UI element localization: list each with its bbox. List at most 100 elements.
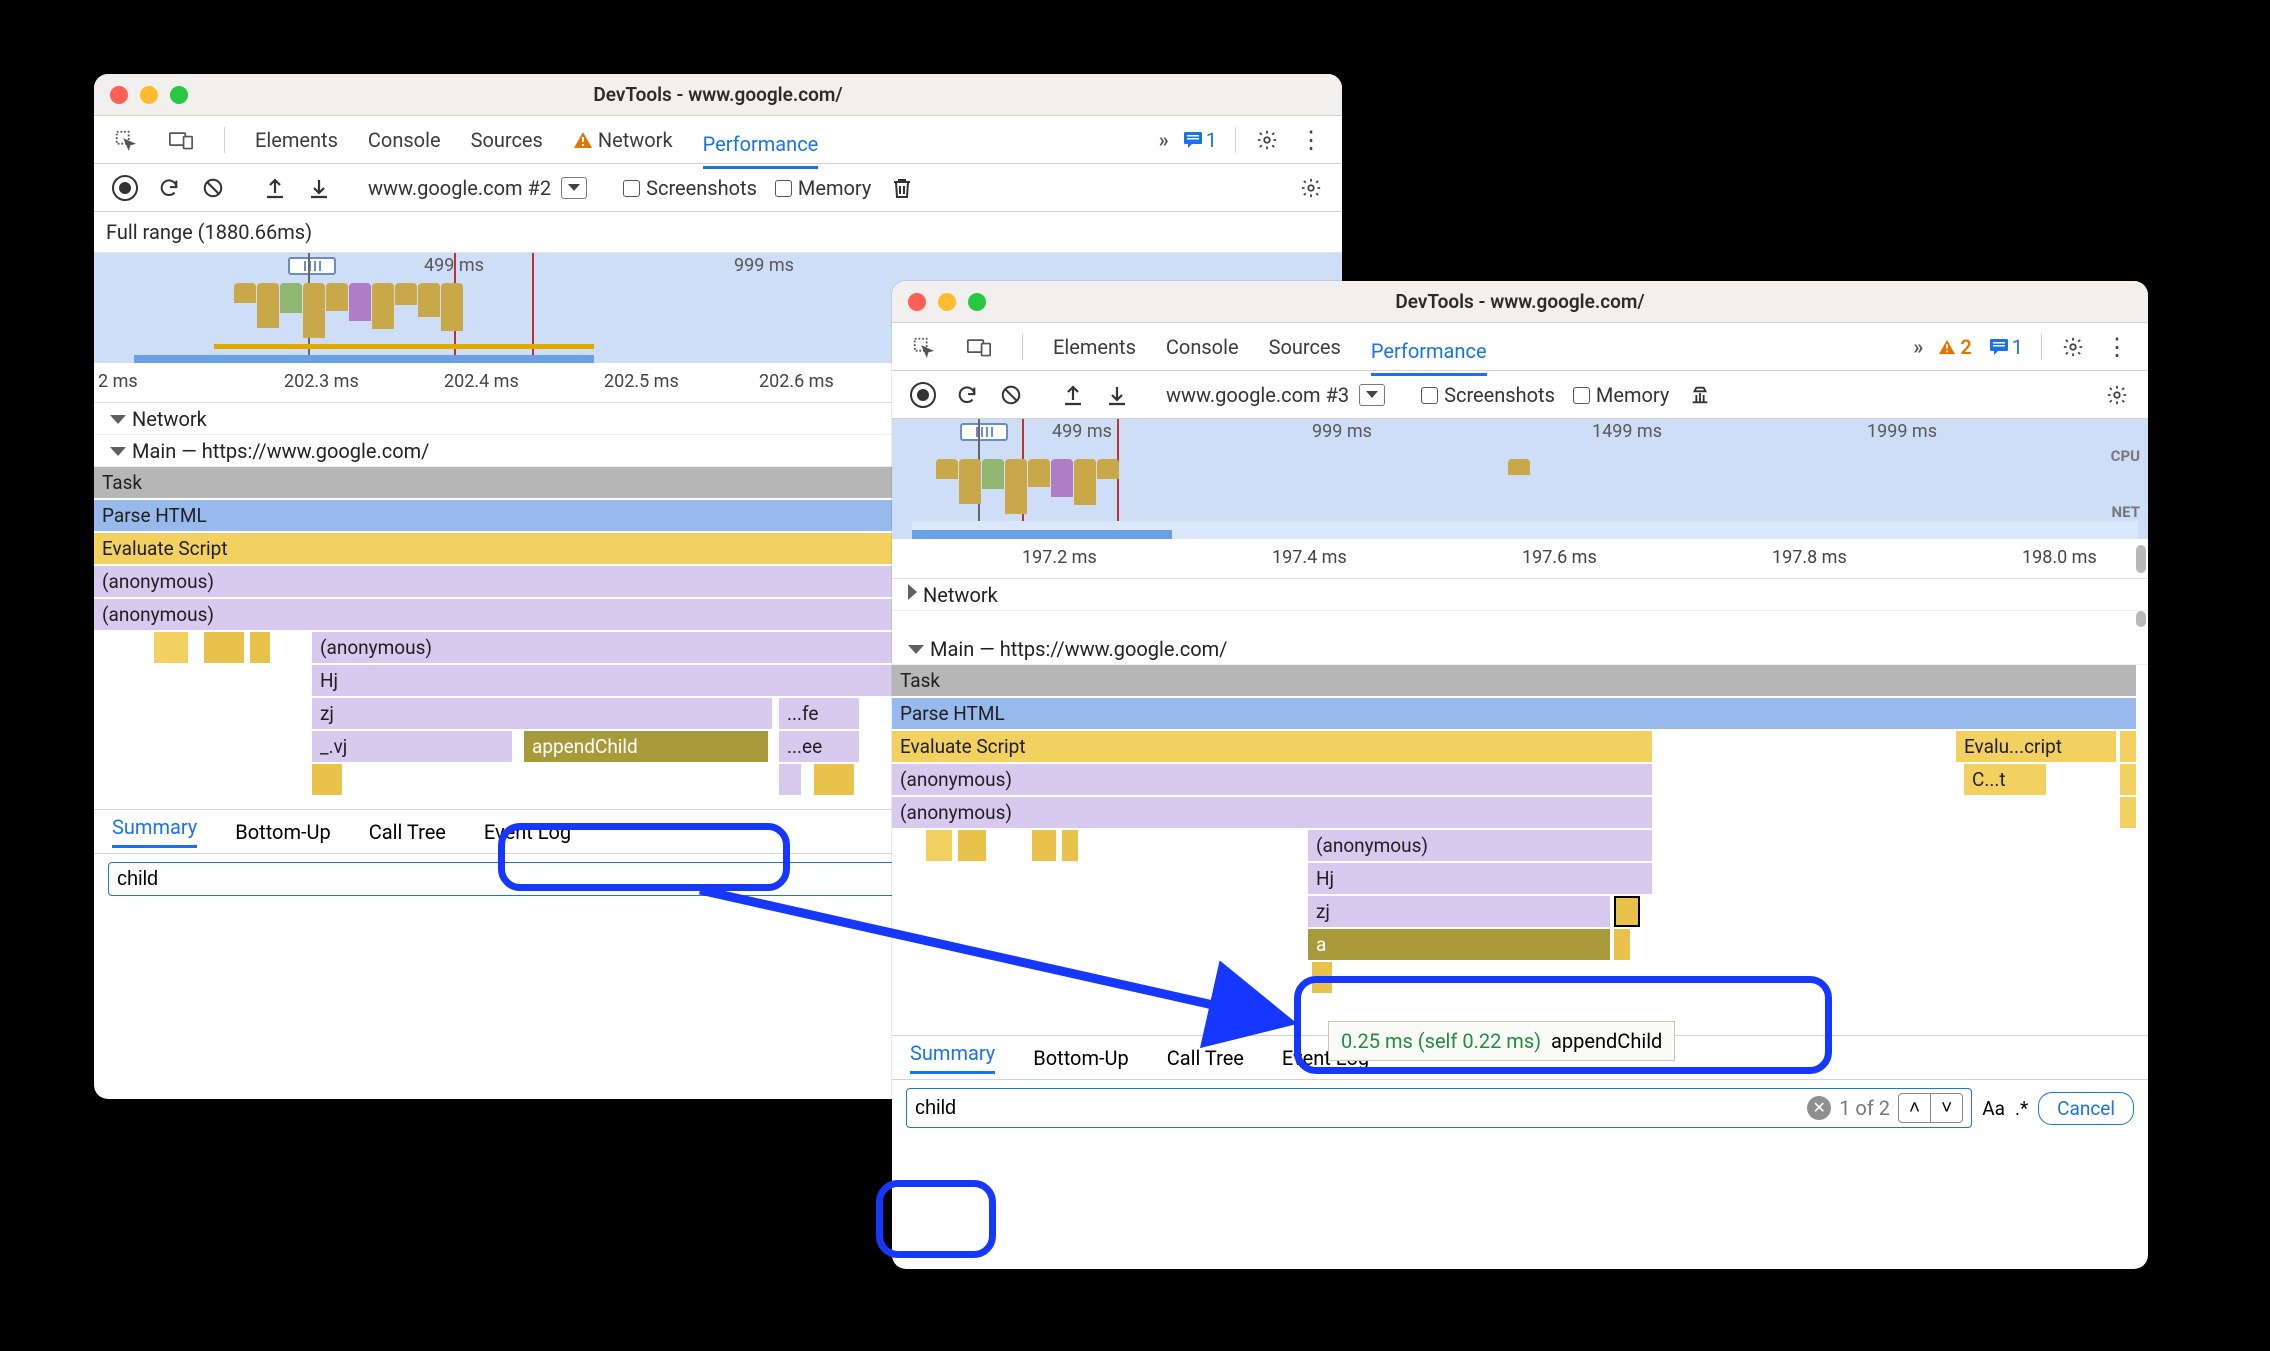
timeline-overview[interactable]: 499 ms 999 ms 1499 ms 1999 ms CPU NET xyxy=(892,419,2148,539)
download-icon[interactable] xyxy=(1104,382,1130,408)
upload-icon[interactable] xyxy=(262,175,288,201)
flame-anonymous[interactable]: (anonymous) xyxy=(892,764,1652,795)
profile-selector[interactable]: www.google.com #3 xyxy=(1166,382,1385,408)
find-bar: ✕ 1 of 2 ˄ ˅ Aa .* Cancel xyxy=(892,1079,2148,1136)
flame-fe[interactable]: ...fe xyxy=(779,698,859,729)
tab-console[interactable]: Console xyxy=(368,118,441,162)
flame-zj[interactable]: zj xyxy=(1308,896,1610,927)
inspect-element-icon[interactable] xyxy=(112,127,138,153)
devtools-window-2: DevTools - www.google.com/ Elements Cons… xyxy=(892,281,2148,1269)
flame-a-call[interactable]: a xyxy=(1308,929,1610,960)
tab-call-tree[interactable]: Call Tree xyxy=(369,820,446,844)
performance-toolbar: www.google.com #2 Screenshots Memory xyxy=(94,164,1342,212)
devtools-tab-strip: Elements Console Sources Performance » 2… xyxy=(892,323,2148,371)
chevron-down-icon[interactable] xyxy=(1359,384,1385,406)
flame-zj[interactable]: zj xyxy=(312,698,772,729)
reload-record-icon[interactable] xyxy=(954,382,980,408)
main-track-header[interactable]: Main — https://www.google.com/ xyxy=(892,633,2148,665)
flame-anonymous[interactable]: (anonymous) xyxy=(892,797,1652,828)
flame-anonymous[interactable]: (anonymous) xyxy=(1308,830,1652,861)
scrollbar-thumb[interactable] xyxy=(2136,611,2146,627)
trash-icon[interactable] xyxy=(889,175,915,201)
tab-console[interactable]: Console xyxy=(1166,325,1239,369)
gear-icon[interactable] xyxy=(2104,382,2130,408)
messages-badge[interactable]: 1 xyxy=(1990,335,2023,359)
record-button[interactable] xyxy=(910,382,936,408)
tab-bottom-up[interactable]: Bottom-Up xyxy=(1033,1046,1128,1070)
reload-record-icon[interactable] xyxy=(156,175,182,201)
memory-checkbox[interactable]: Memory xyxy=(1573,383,1669,407)
upload-icon[interactable] xyxy=(1060,382,1086,408)
tab-network[interactable]: Network xyxy=(573,118,673,162)
toggle-device-icon[interactable] xyxy=(168,127,194,153)
flame-hj[interactable]: Hj xyxy=(1308,863,1652,894)
chevron-down-icon[interactable] xyxy=(561,177,587,199)
tab-elements[interactable]: Elements xyxy=(1053,325,1136,369)
tab-call-tree[interactable]: Call Tree xyxy=(1167,1046,1244,1070)
track-headers: Network Main — https://www.google.com/ xyxy=(892,579,2148,665)
tab-network-label: Network xyxy=(598,128,673,152)
cpu-label: CPU xyxy=(2111,447,2140,465)
flame-evaluate-script[interactable]: Evaluate Script xyxy=(892,731,1652,762)
mac-titlebar: DevTools - www.google.com/ xyxy=(892,281,2148,323)
record-button[interactable] xyxy=(112,175,138,201)
download-icon[interactable] xyxy=(306,175,332,201)
find-count: 1 of 2 xyxy=(1839,1096,1890,1120)
mac-titlebar: DevTools - www.google.com/ xyxy=(94,74,1342,116)
tab-performance[interactable]: Performance xyxy=(703,122,819,169)
devtools-tab-strip: Elements Console Sources Network Perform… xyxy=(94,116,1342,164)
tab-summary[interactable]: Summary xyxy=(910,1041,995,1074)
tab-summary[interactable]: Summary xyxy=(112,815,197,848)
tab-bottom-up[interactable]: Bottom-Up xyxy=(235,820,330,844)
kebab-menu-icon[interactable]: ⋮ xyxy=(1298,127,1324,153)
memory-checkbox[interactable]: Memory xyxy=(775,176,871,200)
messages-badge[interactable]: 1 xyxy=(1184,128,1217,152)
flame-chart[interactable]: Task Parse HTML Evaluate Script Evalu...… xyxy=(892,665,2148,995)
network-track-header[interactable]: Network xyxy=(892,579,2148,611)
tab-sources[interactable]: Sources xyxy=(1269,325,1341,369)
flame-vj[interactable]: _.vj xyxy=(312,731,512,762)
flame-task[interactable]: Task xyxy=(892,665,2136,696)
kebab-menu-icon[interactable]: ⋮ xyxy=(2104,334,2130,360)
find-prev-button[interactable]: ˄ xyxy=(1899,1094,1931,1122)
match-case-toggle[interactable]: Aa xyxy=(1982,1097,2005,1120)
gear-icon[interactable] xyxy=(1254,127,1280,153)
scrollbar-thumb[interactable] xyxy=(2136,545,2146,573)
gear-icon[interactable] xyxy=(1298,175,1324,201)
tab-sources[interactable]: Sources xyxy=(471,118,543,162)
flame-tooltip: 0.25 ms (self 0.22 ms) appendChild xyxy=(1328,1021,1675,1061)
gear-icon[interactable] xyxy=(2060,334,2086,360)
screenshots-checkbox[interactable]: Screenshots xyxy=(1421,383,1555,407)
find-input-container: ✕ 1 of 2 ˄ ˅ xyxy=(906,1088,1972,1128)
range-label: Full range (1880.66ms) xyxy=(94,212,1342,253)
find-next-button[interactable]: ˅ xyxy=(1931,1094,1962,1122)
tab-elements[interactable]: Elements xyxy=(255,118,338,162)
flame-appendchild[interactable]: appendChild xyxy=(524,731,768,762)
window-title: DevTools - www.google.com/ xyxy=(94,83,1342,106)
more-tabs-icon[interactable]: » xyxy=(1913,335,1920,359)
find-input[interactable] xyxy=(915,1097,1799,1120)
flame-parse-html[interactable]: Parse HTML xyxy=(892,698,2136,729)
screenshots-checkbox[interactable]: Screenshots xyxy=(623,176,757,200)
clear-icon[interactable] xyxy=(998,382,1024,408)
inspect-element-icon[interactable] xyxy=(910,334,936,360)
performance-toolbar: www.google.com #3 Screenshots Memory xyxy=(892,371,2148,419)
clear-search-icon[interactable]: ✕ xyxy=(1807,1096,1831,1120)
profile-selector[interactable]: www.google.com #2 xyxy=(368,175,587,201)
flame-evaluate-script-short[interactable]: Evalu...cript xyxy=(1956,731,2116,762)
tab-performance[interactable]: Performance xyxy=(1371,329,1487,376)
find-nav: ˄ ˅ xyxy=(1898,1093,1963,1123)
flame-ct[interactable]: C...t xyxy=(1964,764,2046,795)
collect-garbage-icon[interactable] xyxy=(1687,382,1713,408)
regex-toggle[interactable]: .* xyxy=(2015,1097,2028,1120)
clear-icon[interactable] xyxy=(200,175,226,201)
flame-ruler[interactable]: 197.2 ms 197.4 ms 197.6 ms 197.8 ms 198.… xyxy=(892,539,2148,579)
window-title: DevTools - www.google.com/ xyxy=(892,290,2148,313)
toggle-device-icon[interactable] xyxy=(966,334,992,360)
tab-event-log[interactable]: Event Log xyxy=(484,820,571,844)
net-label: NET xyxy=(2112,503,2140,521)
flame-ee[interactable]: ...ee xyxy=(779,731,859,762)
more-tabs-icon[interactable]: » xyxy=(1159,128,1166,152)
cancel-button[interactable]: Cancel xyxy=(2038,1092,2134,1125)
warnings-badge[interactable]: 2 xyxy=(1938,335,1971,359)
